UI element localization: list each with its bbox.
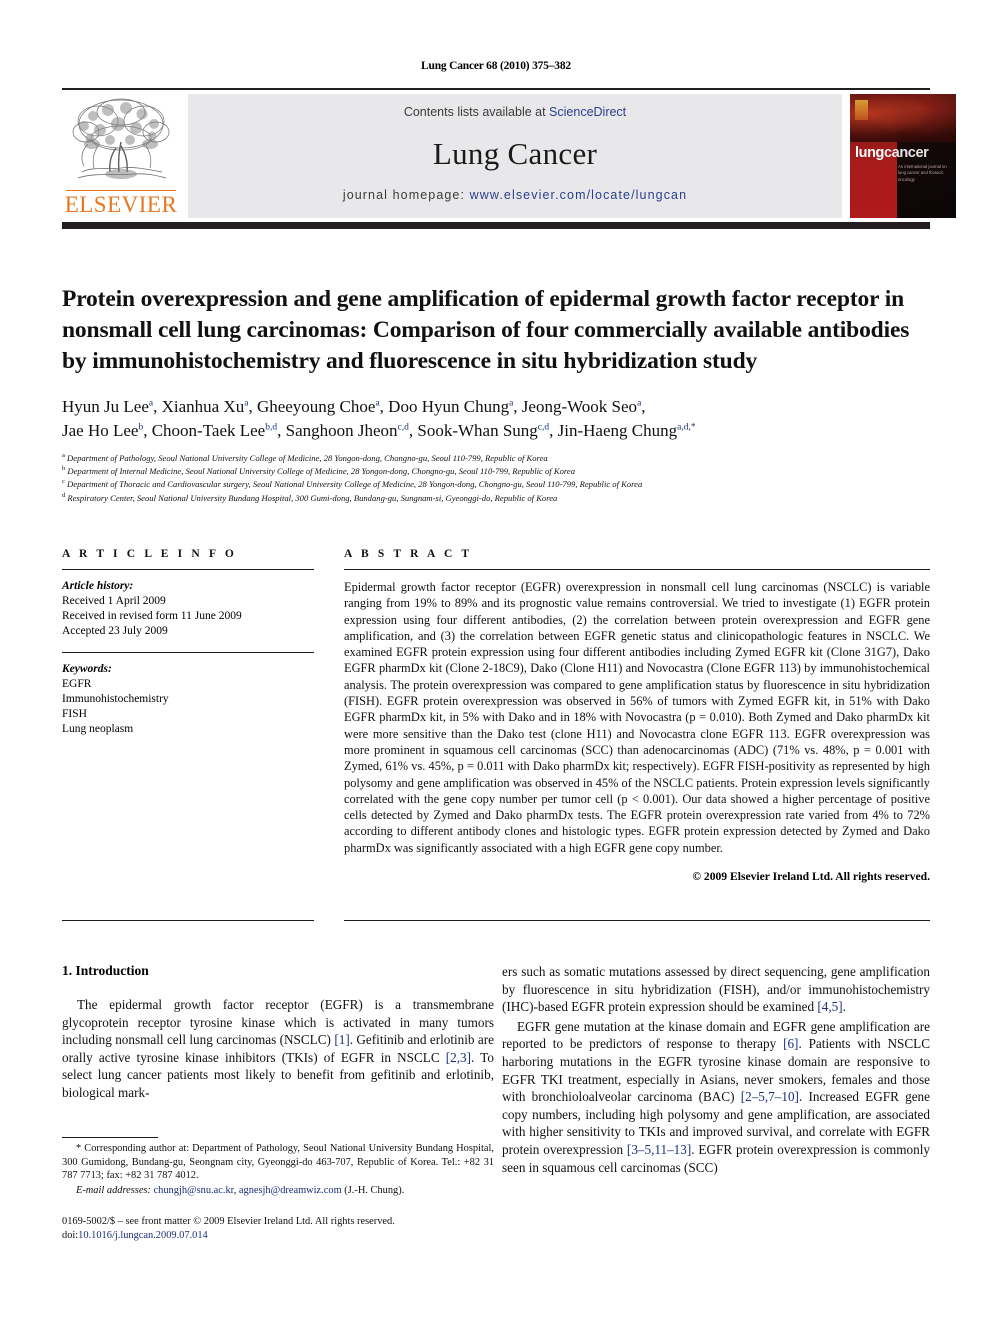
keywords-divider	[62, 652, 314, 653]
affiliation-text: Department of Thoracic and Cardiovascula…	[67, 479, 643, 490]
keywords-label: Keywords:	[62, 663, 112, 675]
paper-page: Lung Cancer 68 (2010) 375–382 ELSEVIER C…	[0, 0, 992, 1323]
journal-banner: Contents lists available at ScienceDirec…	[188, 94, 842, 218]
introduction-right-column: ers such as somatic mutations assessed b…	[502, 963, 930, 1178]
cover-subtitle: An international journal on lung cancer …	[898, 164, 947, 182]
article-history-item: Received 1 April 2009	[62, 595, 166, 607]
masthead-bottom-bar	[62, 222, 930, 229]
journal-cover-thumbnail: lungcancer An international journal on l…	[850, 94, 956, 218]
affiliation-item: a Department of Pathology, Seoul Nationa…	[62, 452, 930, 465]
page-title: Protein overexpression and gene amplific…	[62, 285, 910, 374]
author-line-2: Jae Ho Leeb, Choon-Taek Leeb,d, Sanghoon…	[62, 421, 696, 440]
doi-line: doi:10.1016/j.lungcan.2009.07.014	[62, 1229, 494, 1243]
affiliation-list: a Department of Pathology, Seoul Nationa…	[62, 452, 930, 505]
article-info-block: A R T I C L E I N F O Article history: R…	[62, 548, 314, 737]
author-list: Hyun Ju Leea, Xianhua Xua, Gheeyoung Cho…	[62, 395, 930, 443]
article-history-item: Received in revised form 11 June 2009	[62, 610, 242, 622]
citation-ref[interactable]: [2–5,7–10]	[741, 1089, 799, 1104]
keyword-item: Immunohistochemistry	[62, 693, 169, 705]
affiliation-text: Respiratory Center, Seoul National Unive…	[67, 492, 558, 503]
email-label: E-mail addresses:	[76, 1184, 151, 1196]
abstract-bottom-divider	[344, 920, 930, 921]
contents-lists-prefix: Contents lists available at	[403, 105, 550, 119]
introduction-left-column: 1. Introduction The epidermal growth fac…	[62, 963, 494, 1104]
running-head: Lung Cancer 68 (2010) 375–382	[421, 60, 571, 72]
article-history-item: Accepted 23 July 2009	[62, 625, 168, 637]
elsevier-logo-rule	[66, 190, 176, 191]
affiliation-item: d Respiratory Center, Seoul National Uni…	[62, 492, 930, 505]
article-info-heading: A R T I C L E I N F O	[62, 548, 237, 560]
email-link-secondary[interactable]: agnesjh@dreamwiz.com	[239, 1185, 342, 1196]
footnote-divider	[62, 1137, 158, 1138]
affiliation-mark: b	[62, 465, 66, 473]
cover-title-lung: lung	[855, 145, 885, 161]
cover-color-swatch	[855, 100, 868, 120]
elsevier-wordmark: ELSEVIER	[64, 192, 178, 217]
issn-line: 0169-5002/$ – see front matter © 2009 El…	[62, 1216, 395, 1227]
abstract-block: A B S T R A C T Epidermal growth factor …	[344, 548, 930, 883]
info-bottom-divider	[62, 920, 314, 921]
doi-label: doi:	[62, 1230, 79, 1241]
citation-ref[interactable]: [6]	[783, 1036, 798, 1051]
journal-masthead: ELSEVIER Contents lists available at Sci…	[62, 88, 956, 220]
cover-title: lungcancer	[855, 146, 953, 161]
cover-title-cancer: cancer	[884, 145, 929, 161]
email-suffix: (J.-H. Chung).	[344, 1184, 405, 1196]
keyword-item: Lung neoplasm	[62, 723, 134, 735]
author-line-1: Hyun Ju Leea, Xianhua Xua, Gheeyoung Cho…	[62, 397, 646, 416]
affiliation-mark: c	[62, 478, 65, 486]
citation-ref[interactable]: [3–5,11–13]	[627, 1142, 691, 1157]
elsevier-tree-icon	[68, 94, 174, 192]
affiliation-text: Department of Internal Medicine, Seoul N…	[67, 466, 575, 477]
journal-homepage-link[interactable]: www.elsevier.com/locate/lungcan	[470, 188, 688, 202]
journal-title: Lung Cancer	[432, 136, 598, 171]
intro-right-text-a: ers such as somatic mutations assessed b…	[502, 964, 930, 1015]
issn-copyright-block: 0169-5002/$ – see front matter © 2009 El…	[62, 1215, 494, 1243]
keyword-item: EGFR	[62, 678, 92, 690]
article-info-divider	[62, 569, 314, 570]
affiliation-text: Department of Pathology, Seoul National …	[67, 453, 548, 463]
abstract-heading: A B S T R A C T	[344, 548, 473, 560]
contents-lists-line: Contents lists available at ScienceDirec…	[188, 105, 842, 119]
corresponding-author-note: * Corresponding author at: Department of…	[62, 1143, 494, 1182]
intro-right-text-b: .	[842, 999, 846, 1015]
journal-homepage-line: journal homepage: www.elsevier.com/locat…	[188, 188, 842, 202]
elsevier-logo: ELSEVIER	[62, 94, 180, 220]
email-link-primary[interactable]: chungjh@snu.ac.kr	[154, 1185, 234, 1196]
affiliation-mark: d	[62, 491, 66, 499]
abstract-copyright: © 2009 Elsevier Ireland Ltd. All rights …	[692, 870, 930, 884]
introduction-paragraph: The epidermal growth factor receptor (EG…	[62, 996, 494, 1102]
citation-ref[interactable]: [2,3]	[446, 1050, 471, 1065]
citation-ref[interactable]: [1]	[334, 1032, 349, 1047]
citation-ref[interactable]: [4,5]	[817, 999, 842, 1014]
abstract-divider	[344, 569, 930, 570]
footnote-block: * Corresponding author at: Department of…	[62, 1142, 494, 1197]
journal-homepage-label: journal homepage:	[342, 188, 470, 202]
abstract-text: Epidermal growth factor receptor (EGFR) …	[344, 580, 930, 855]
introduction-heading: 1. Introduction	[62, 963, 149, 978]
doi-link[interactable]: 10.1016/j.lungcan.2009.07.014	[78, 1230, 208, 1241]
introduction-paragraph-cont: ers such as somatic mutations assessed b…	[502, 963, 930, 1016]
email-note: E-mail addresses: chungjh@snu.ac.kr, agn…	[76, 1184, 405, 1196]
keyword-item: FISH	[62, 708, 87, 720]
affiliation-item: b Department of Internal Medicine, Seoul…	[62, 465, 930, 478]
introduction-paragraph-2: EGFR gene mutation at the kinase domain …	[502, 1018, 930, 1176]
affiliation-mark: a	[62, 452, 65, 460]
article-history-label: Article history:	[62, 580, 134, 592]
sciencedirect-link[interactable]: ScienceDirect	[549, 105, 626, 119]
affiliation-item: c Department of Thoracic and Cardiovascu…	[62, 478, 930, 491]
